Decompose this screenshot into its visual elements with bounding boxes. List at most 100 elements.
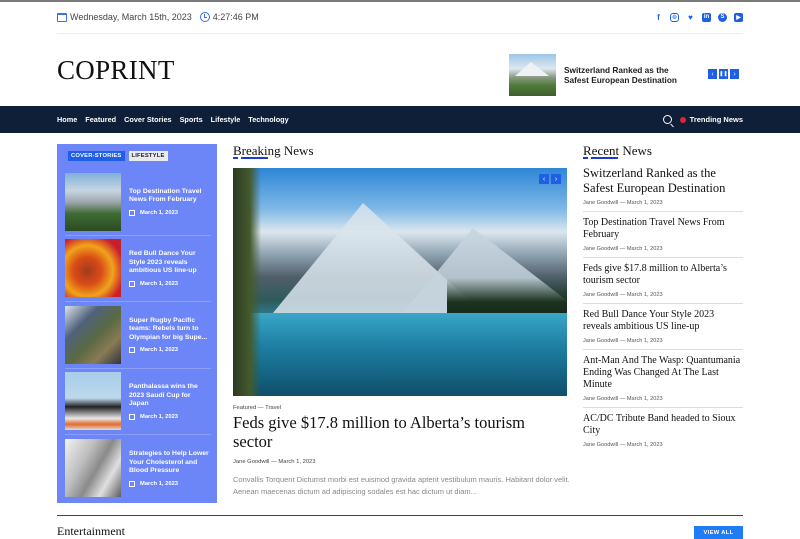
date-display: Wednesday, March 15th, 2023 [57,12,192,22]
entertainment-title: Entertainment [57,524,125,538]
current-time: 4:27:46 PM [212,12,259,22]
item-thumbnail[interactable] [65,305,121,364]
ticker-next-button[interactable]: › [730,69,739,79]
item-thumbnail[interactable] [65,239,121,298]
item-date: March 1, 2023 [129,209,211,216]
recent-title[interactable]: Feds give $17.8 million to Alberta’s tou… [583,263,743,287]
facebook-icon[interactable]: f [654,13,663,22]
date-time: Wednesday, March 15th, 2023 4:27:46 PM [57,12,259,22]
ticker-controls: ‹ ❚❚ › [708,69,739,79]
date-text: March 1, 2023 [140,209,179,216]
widget-list: Top Destination Travel News From Februar… [65,169,211,502]
item-title[interactable]: Panthalassa wins the 2023 Saudi Cup for … [129,383,211,409]
top-divider [57,33,743,34]
search-icon[interactable] [662,115,672,124]
trending-news-button[interactable]: Trending News [679,115,743,124]
linkedin-icon[interactable]: in [702,12,711,22]
news-ticker: Switzerland Ranked as the Safest Europea… [509,54,739,96]
image-trees [233,168,261,396]
skype-icon[interactable]: S [718,12,727,22]
post-excerpt: Convallis Torquent Dictumst morbi est eu… [233,475,570,496]
list-item: Feds give $17.8 million to Alberta’s tou… [583,263,743,304]
nav-item-technology[interactable]: Technology [248,115,288,124]
recent-title[interactable]: Top Destination Travel News From Februar… [583,217,743,241]
item-thumbnail[interactable] [65,372,121,431]
list-item[interactable]: Strategies to Help Lower Your Cholestero… [65,435,211,502]
tab-lifestyle[interactable]: LIFESTYLE [128,151,168,161]
instagram-icon[interactable]: ◎ [670,12,679,22]
list-item: AC/DC Tribute Band headed to Sioux City … [583,413,743,453]
recent-meta: Jane Goodwill — March 1, 2023 [583,292,663,298]
clock-icon [199,12,210,22]
top-bar: Wednesday, March 15th, 2023 4:27:46 PM f… [57,8,743,26]
site-logo[interactable]: COPRINT [57,55,175,86]
recent-title[interactable]: Ant-Man And The Wasp: Quantumania Ending… [583,355,743,391]
item-title[interactable]: Top Destination Travel News From Februar… [129,188,211,205]
list-item[interactable]: Super Rugby Pacific teams: Rebels turn t… [65,302,211,369]
recent-title[interactable]: AC/DC Tribute Band headed to Sioux City [583,413,743,437]
trending-dot-icon [679,116,686,123]
nav-actions: Trending News [662,106,743,133]
calendar-icon [129,280,135,287]
tab-cover-stories[interactable]: COVER-STORIES [68,151,125,161]
date-text: March 1, 2023 [140,413,179,420]
ticker-thumbnail[interactable] [509,54,556,96]
section-divider [57,515,743,516]
post-byline: Jane Goodwill — March 1, 2023 [233,459,316,465]
recent-meta: Jane Goodwill — March 1, 2023 [583,338,663,344]
youtube-icon[interactable]: ▶ [734,12,743,22]
date-text: March 1, 2023 [140,280,179,287]
nav-item-lifestyle[interactable]: Lifestyle [211,115,241,124]
nav-item-home[interactable]: Home [57,115,77,124]
ticker-headline[interactable]: Switzerland Ranked as the Safest Europea… [564,65,684,85]
date-text: March 1, 2023 [140,480,179,487]
title-underline [233,157,238,159]
featured-headline[interactable]: Feds give $17.8 million to Alberta’s tou… [233,413,567,451]
image-lake [233,313,567,396]
title-underline [583,157,588,159]
nav-item-sports[interactable]: Sports [180,115,203,124]
list-item[interactable]: Panthalassa wins the 2023 Saudi Cup for … [65,369,211,435]
recent-title[interactable]: Red Bull Dance Your Style 2023 reveals a… [583,309,743,333]
list-item: Top Destination Travel News From Februar… [583,217,743,258]
calendar-icon [129,480,135,487]
list-item[interactable]: Red Bull Dance Your Style 2023 reveals a… [65,236,211,302]
slider-controls: ‹ › [539,174,561,184]
social-links: f ◎ ♥ in S ▶ [654,12,743,22]
top-border [0,0,800,2]
view-all-button[interactable]: VIEW ALL [694,526,743,539]
item-date: March 1, 2023 [129,280,211,287]
calendar-icon [129,209,135,216]
image-forest [447,278,567,318]
item-date: March 1, 2023 [129,347,211,353]
nav-item-featured[interactable]: Featured [85,115,116,124]
title-underline [591,157,618,159]
widget-tabs: COVER-STORIES LIFESTYLE [68,151,168,161]
featured-image[interactable]: ‹ › [233,168,567,396]
item-title[interactable]: Red Bull Dance Your Style 2023 reveals a… [129,250,211,276]
list-item: Red Bull Dance Your Style 2023 reveals a… [583,309,743,350]
ticker-pause-button[interactable]: ❚❚ [719,69,728,79]
slider-prev-button[interactable]: ‹ [539,174,549,184]
item-date: March 1, 2023 [129,480,211,487]
item-thumbnail[interactable] [65,172,121,231]
item-thumbnail[interactable] [65,439,121,498]
recent-meta: Jane Goodwill — March 1, 2023 [583,200,663,206]
list-item: Switzerland Ranked as the Safest Europea… [583,166,743,212]
title-underline [241,157,268,159]
slider-next-button[interactable]: › [551,174,561,184]
item-title[interactable]: Super Rugby Pacific teams: Rebels turn t… [129,317,211,343]
post-categories[interactable]: Featured — Travel [233,405,281,411]
item-date: March 1, 2023 [129,413,211,420]
recent-title[interactable]: Switzerland Ranked as the Safest Europea… [583,166,743,195]
twitter-icon[interactable]: ♥ [686,13,695,22]
ticker-prev-button[interactable]: ‹ [708,69,717,79]
list-item[interactable]: Top Destination Travel News From Februar… [65,169,211,236]
cover-stories-widget: COVER-STORIES LIFESTYLE Top Destination … [57,144,217,503]
item-title[interactable]: Strategies to Help Lower Your Cholestero… [129,450,211,476]
time-display: 4:27:46 PM [199,12,259,22]
calendar-icon [57,12,67,22]
nav-menu: Home Featured Cover Stories Sports Lifes… [57,106,289,133]
date-text: March 1, 2023 [140,347,179,353]
nav-item-cover-stories[interactable]: Cover Stories [124,115,171,124]
